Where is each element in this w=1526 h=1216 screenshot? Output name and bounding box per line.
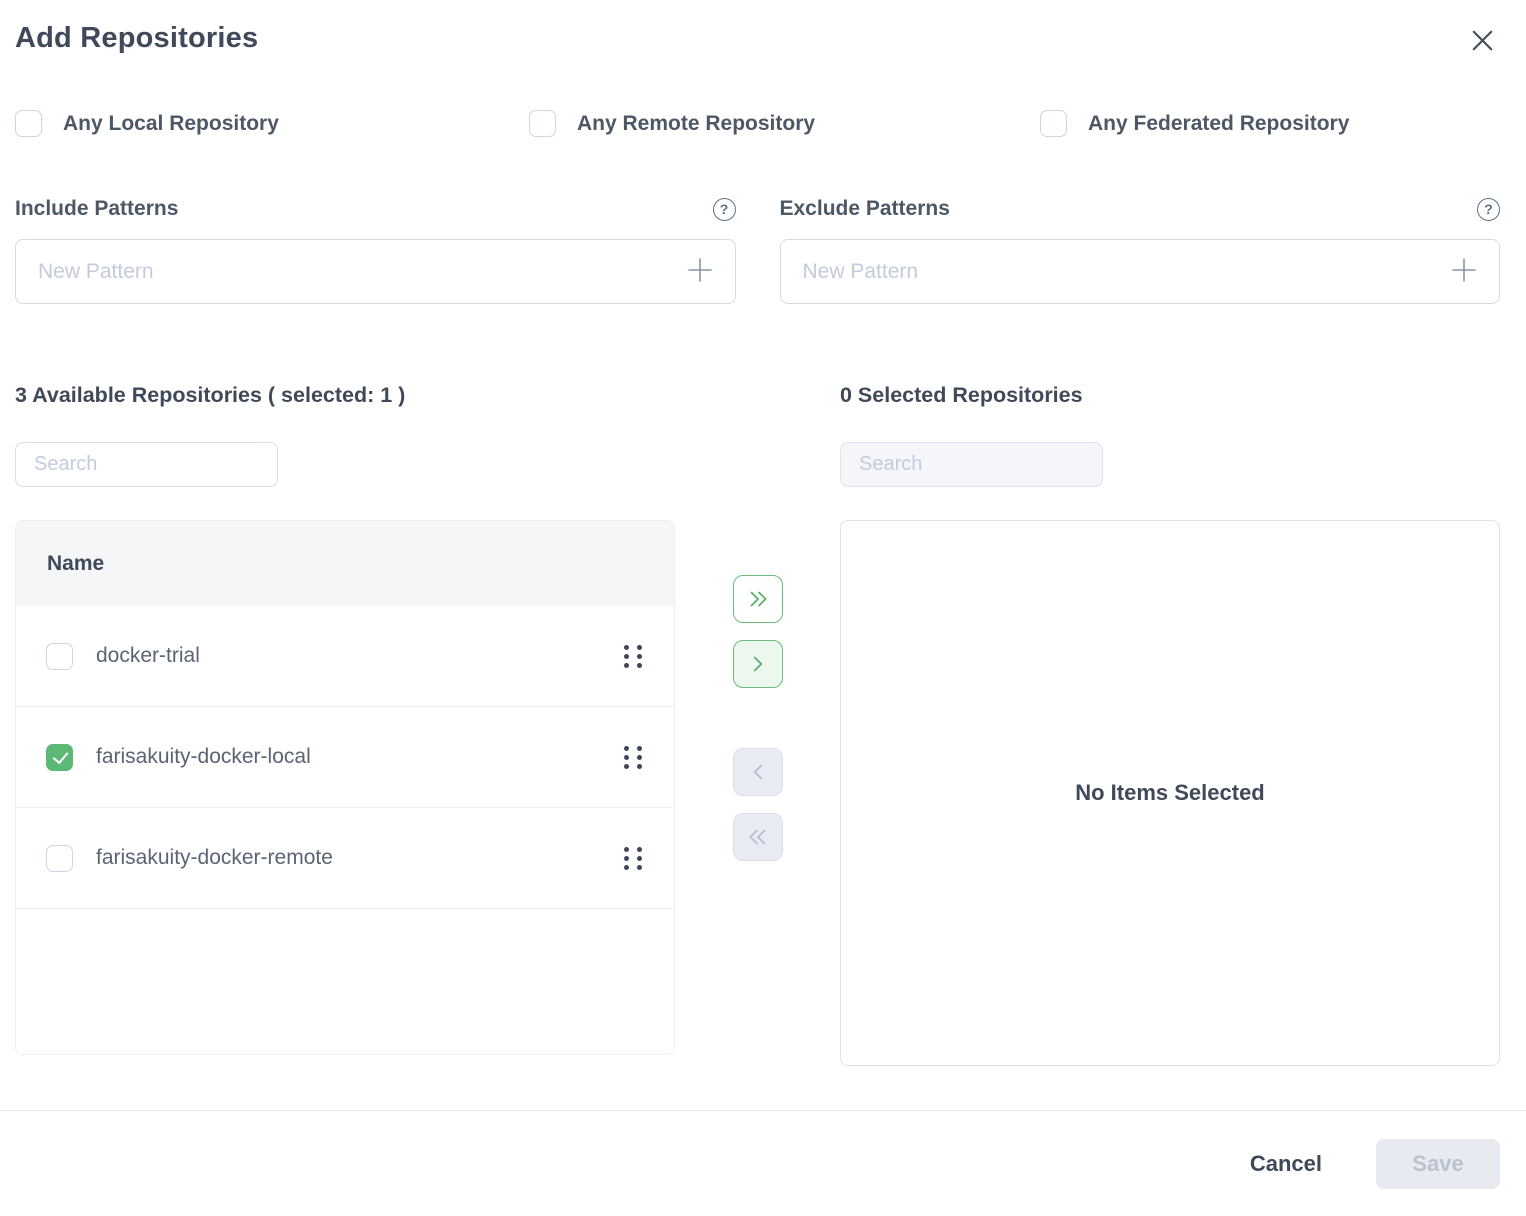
exclude-patterns-group: Exclude Patterns ?: [780, 197, 1501, 304]
add-exclude-pattern-button[interactable]: [1449, 255, 1479, 288]
selected-repositories-panel: No Items Selected: [840, 520, 1500, 1066]
move-all-right-button[interactable]: [733, 575, 783, 623]
double-chevron-right-icon: [745, 586, 771, 612]
repository-name: docker-trial: [96, 644, 597, 668]
repository-name: farisakuity-docker-local: [96, 745, 597, 769]
plus-icon: [1449, 255, 1479, 288]
drag-handle-icon[interactable]: [620, 843, 646, 874]
any-federated-repository-label: Any Federated Repository: [1088, 112, 1349, 136]
move-selected-right-button[interactable]: [733, 640, 783, 688]
table-row[interactable]: farisakuity-docker-local: [16, 707, 674, 808]
add-include-pattern-button[interactable]: [685, 255, 715, 288]
available-repositories-column: 3 Available Repositories ( selected: 1 )…: [15, 382, 675, 1066]
include-patterns-help-icon[interactable]: ?: [713, 198, 736, 221]
row-checkbox[interactable]: [46, 744, 73, 771]
any-federated-repository-option[interactable]: Any Federated Repository: [1040, 110, 1500, 137]
double-chevron-left-icon: [745, 824, 771, 850]
repository-type-checkbox-row: Any Local Repository Any Remote Reposito…: [15, 110, 1500, 137]
any-remote-repository-option[interactable]: Any Remote Repository: [529, 110, 1040, 137]
chevron-right-icon: [745, 651, 771, 677]
any-remote-repository-label: Any Remote Repository: [577, 112, 815, 136]
transfer-buttons: [675, 382, 840, 1066]
selected-search-input[interactable]: [840, 442, 1103, 487]
any-federated-repository-checkbox[interactable]: [1040, 110, 1067, 137]
cancel-button[interactable]: Cancel: [1250, 1151, 1322, 1177]
dialog-footer: Cancel Save: [0, 1110, 1526, 1216]
no-items-selected-text: No Items Selected: [1075, 780, 1265, 806]
patterns-section: Include Patterns ? Exclude Patterns: [15, 197, 1500, 304]
dialog-title: Add Repositories: [15, 22, 258, 55]
any-local-repository-checkbox[interactable]: [15, 110, 42, 137]
exclude-patterns-help-icon[interactable]: ?: [1477, 198, 1500, 221]
move-selected-left-button[interactable]: [733, 748, 783, 796]
plus-icon: [685, 255, 715, 288]
save-button[interactable]: Save: [1376, 1139, 1500, 1189]
include-patterns-label: Include Patterns: [15, 197, 178, 221]
selected-repositories-heading: 0 Selected Repositories: [840, 382, 1500, 408]
any-local-repository-label: Any Local Repository: [63, 112, 279, 136]
available-search-input[interactable]: [15, 442, 278, 487]
drag-handle-icon[interactable]: [620, 641, 646, 672]
table-row[interactable]: farisakuity-docker-remote: [16, 808, 674, 909]
selected-repositories-column: 0 Selected Repositories No Items Selecte…: [840, 382, 1500, 1066]
exclude-pattern-field: [780, 239, 1501, 304]
table-row[interactable]: docker-trial: [16, 606, 674, 707]
exclude-patterns-label: Exclude Patterns: [780, 197, 950, 221]
repositories-transfer-section: 3 Available Repositories ( selected: 1 )…: [15, 382, 1500, 1066]
row-checkbox[interactable]: [46, 845, 73, 872]
dialog-header: Add Repositories: [0, 0, 1526, 60]
add-repositories-dialog: Add Repositories Any Local Repository An…: [0, 0, 1526, 1216]
include-patterns-group: Include Patterns ?: [15, 197, 736, 304]
row-checkbox[interactable]: [46, 643, 73, 670]
any-remote-repository-checkbox[interactable]: [529, 110, 556, 137]
exclude-pattern-input[interactable]: [803, 260, 1450, 284]
any-local-repository-option[interactable]: Any Local Repository: [15, 110, 529, 137]
drag-handle-icon[interactable]: [620, 742, 646, 773]
include-pattern-input[interactable]: [38, 260, 685, 284]
available-repositories-table: Name docker-trial farisakuity-docker-loc…: [15, 520, 675, 1055]
table-header-name: Name: [16, 521, 674, 606]
chevron-left-icon: [745, 759, 771, 785]
close-icon: [1466, 24, 1499, 60]
move-all-left-button[interactable]: [733, 813, 783, 861]
close-button[interactable]: [1464, 24, 1500, 60]
include-pattern-field: [15, 239, 736, 304]
available-repositories-heading: 3 Available Repositories ( selected: 1 ): [15, 382, 675, 408]
repository-name: farisakuity-docker-remote: [96, 846, 597, 870]
